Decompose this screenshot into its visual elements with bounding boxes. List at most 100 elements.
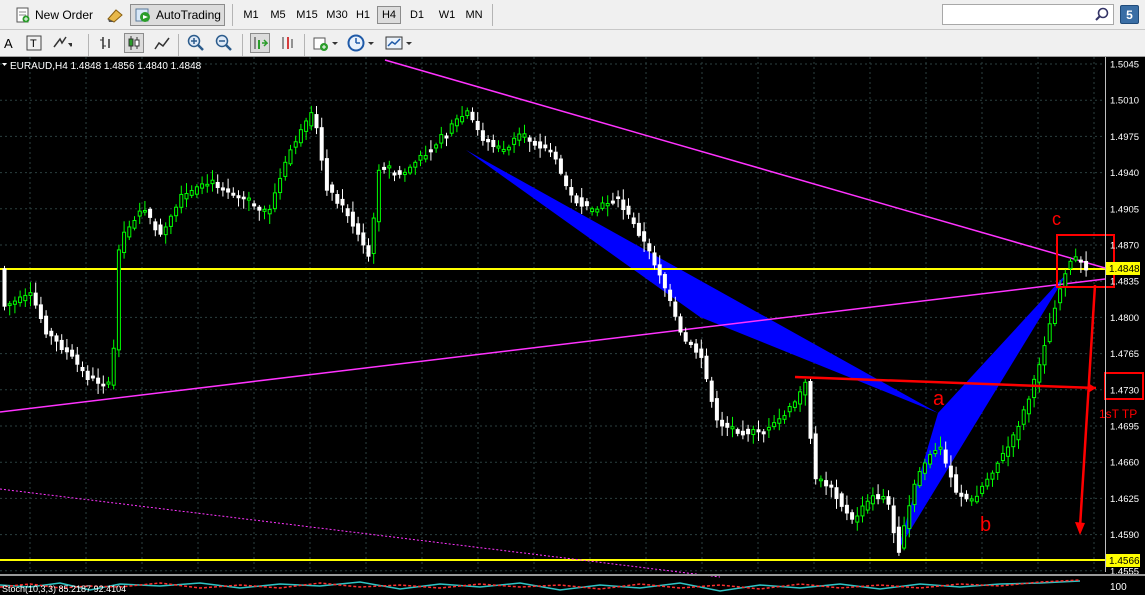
candle — [319, 117, 324, 171]
downward-arrowhead — [1075, 522, 1085, 535]
label-first-tp: 1sT TP — [1099, 407, 1137, 421]
candle — [75, 346, 80, 373]
timeframe-m5[interactable]: M5 — [266, 6, 290, 24]
search-input[interactable] — [946, 6, 1090, 25]
indicators-dropdown-icon[interactable] — [312, 33, 340, 53]
candle — [787, 402, 792, 418]
price-chart[interactable]: c a b 1sT TP 1.5045 1.5010 1.4975 1.4940 1.4… — [0, 57, 1145, 595]
notifications-count: 5 — [1126, 7, 1133, 22]
price-axis-label: 1.4765 — [1110, 349, 1139, 360]
candle — [772, 415, 777, 430]
periods-clock-icon[interactable] — [346, 33, 376, 53]
candle — [720, 411, 725, 436]
timeframe-m30[interactable]: M30 — [323, 6, 351, 24]
candle — [382, 162, 387, 174]
timeframe-d1[interactable]: D1 — [406, 6, 428, 24]
text-tool-icon[interactable]: A — [0, 33, 20, 53]
candle — [896, 516, 901, 556]
candle — [439, 126, 444, 149]
timeframe-h1[interactable]: H1 — [353, 6, 373, 24]
candle — [678, 313, 683, 336]
candle — [1000, 445, 1005, 464]
new-order-button[interactable]: New Order — [16, 4, 93, 26]
candle — [210, 170, 215, 192]
candle — [434, 142, 439, 153]
candle — [865, 494, 870, 514]
metaeditor-icon[interactable] — [106, 4, 124, 26]
timeframe-m15[interactable]: M15 — [293, 6, 321, 24]
candle — [330, 181, 335, 201]
candle — [844, 495, 849, 521]
trendline-lower-dotted — [0, 488, 721, 578]
candle — [49, 327, 54, 345]
zoom-out-icon[interactable] — [214, 33, 234, 53]
candle — [870, 487, 875, 511]
text-label-icon[interactable]: T — [24, 33, 44, 53]
chart-shift-icon[interactable] — [278, 33, 298, 53]
candle — [813, 426, 818, 485]
candle — [96, 368, 101, 394]
indicator-header: Stoch(10,3,3) 85.2187 92.4104 — [2, 584, 126, 594]
price-axis-label: 1.4905 — [1110, 204, 1139, 215]
svg-text:T: T — [30, 38, 37, 50]
candle — [902, 516, 907, 551]
candle — [1078, 256, 1083, 273]
candle — [168, 214, 173, 235]
templates-dropdown-icon[interactable] — [384, 33, 414, 53]
candle — [876, 484, 881, 505]
candle — [1042, 336, 1047, 374]
candle — [85, 365, 90, 386]
indicator-level-label: 100 — [1110, 582, 1127, 593]
candle — [808, 378, 813, 445]
search-icon[interactable] — [1095, 7, 1109, 26]
bar-chart-icon[interactable] — [96, 33, 116, 53]
autotrading-button[interactable]: AutoTrading — [130, 4, 225, 26]
candle — [860, 496, 865, 523]
bid-price-label: 1.4848 — [1109, 264, 1140, 275]
zoom-in-icon[interactable] — [186, 33, 206, 53]
price-axis-label: 1.4800 — [1110, 313, 1139, 324]
main-toolbar: New Order AutoTrading M1 M5 M15 M30 H1 H… — [0, 0, 1145, 30]
candle — [548, 142, 553, 157]
arrows-tool-icon[interactable] — [52, 33, 72, 53]
candlestick-chart-icon[interactable] — [124, 33, 144, 53]
candle — [200, 176, 205, 195]
timeframe-w1[interactable]: W1 — [436, 6, 458, 24]
price-axis-label: 1.4695 — [1110, 422, 1139, 433]
timeframe-m1[interactable]: M1 — [240, 6, 262, 24]
candle — [314, 105, 319, 135]
autotrading-icon — [135, 7, 151, 23]
candle — [288, 144, 293, 167]
candle — [137, 202, 142, 225]
candle — [70, 344, 75, 359]
candle — [101, 375, 106, 394]
candle — [423, 145, 428, 163]
line-chart-icon[interactable] — [152, 33, 172, 53]
candle — [1021, 405, 1026, 431]
candle — [621, 189, 626, 220]
toolbar-separator — [304, 34, 305, 56]
candle — [756, 420, 761, 442]
candle — [636, 212, 641, 238]
autotrading-label: AutoTrading — [156, 8, 221, 22]
candle — [1016, 421, 1021, 449]
candle — [964, 490, 969, 502]
auto-scroll-icon[interactable] — [250, 33, 270, 53]
candle — [44, 310, 49, 339]
notifications-badge[interactable]: 5 — [1120, 5, 1139, 24]
candle — [564, 171, 569, 190]
timeframe-h4[interactable]: H4 — [377, 6, 401, 24]
candle — [527, 135, 532, 152]
chart-header: EURAUD,H4 1.4848 1.4856 1.4840 1.4848 — [10, 61, 202, 72]
price-axis-label: 1.4940 — [1110, 168, 1139, 179]
timeframe-mn[interactable]: MN — [462, 6, 486, 24]
candle — [189, 185, 194, 199]
price-axis-label: 1.5045 — [1110, 60, 1139, 71]
price-axis-label: 1.4590 — [1110, 530, 1139, 541]
candle — [23, 288, 28, 307]
candle — [252, 200, 257, 210]
candle — [558, 154, 563, 176]
candle — [512, 132, 517, 153]
candle — [735, 427, 740, 437]
candle — [491, 134, 496, 153]
